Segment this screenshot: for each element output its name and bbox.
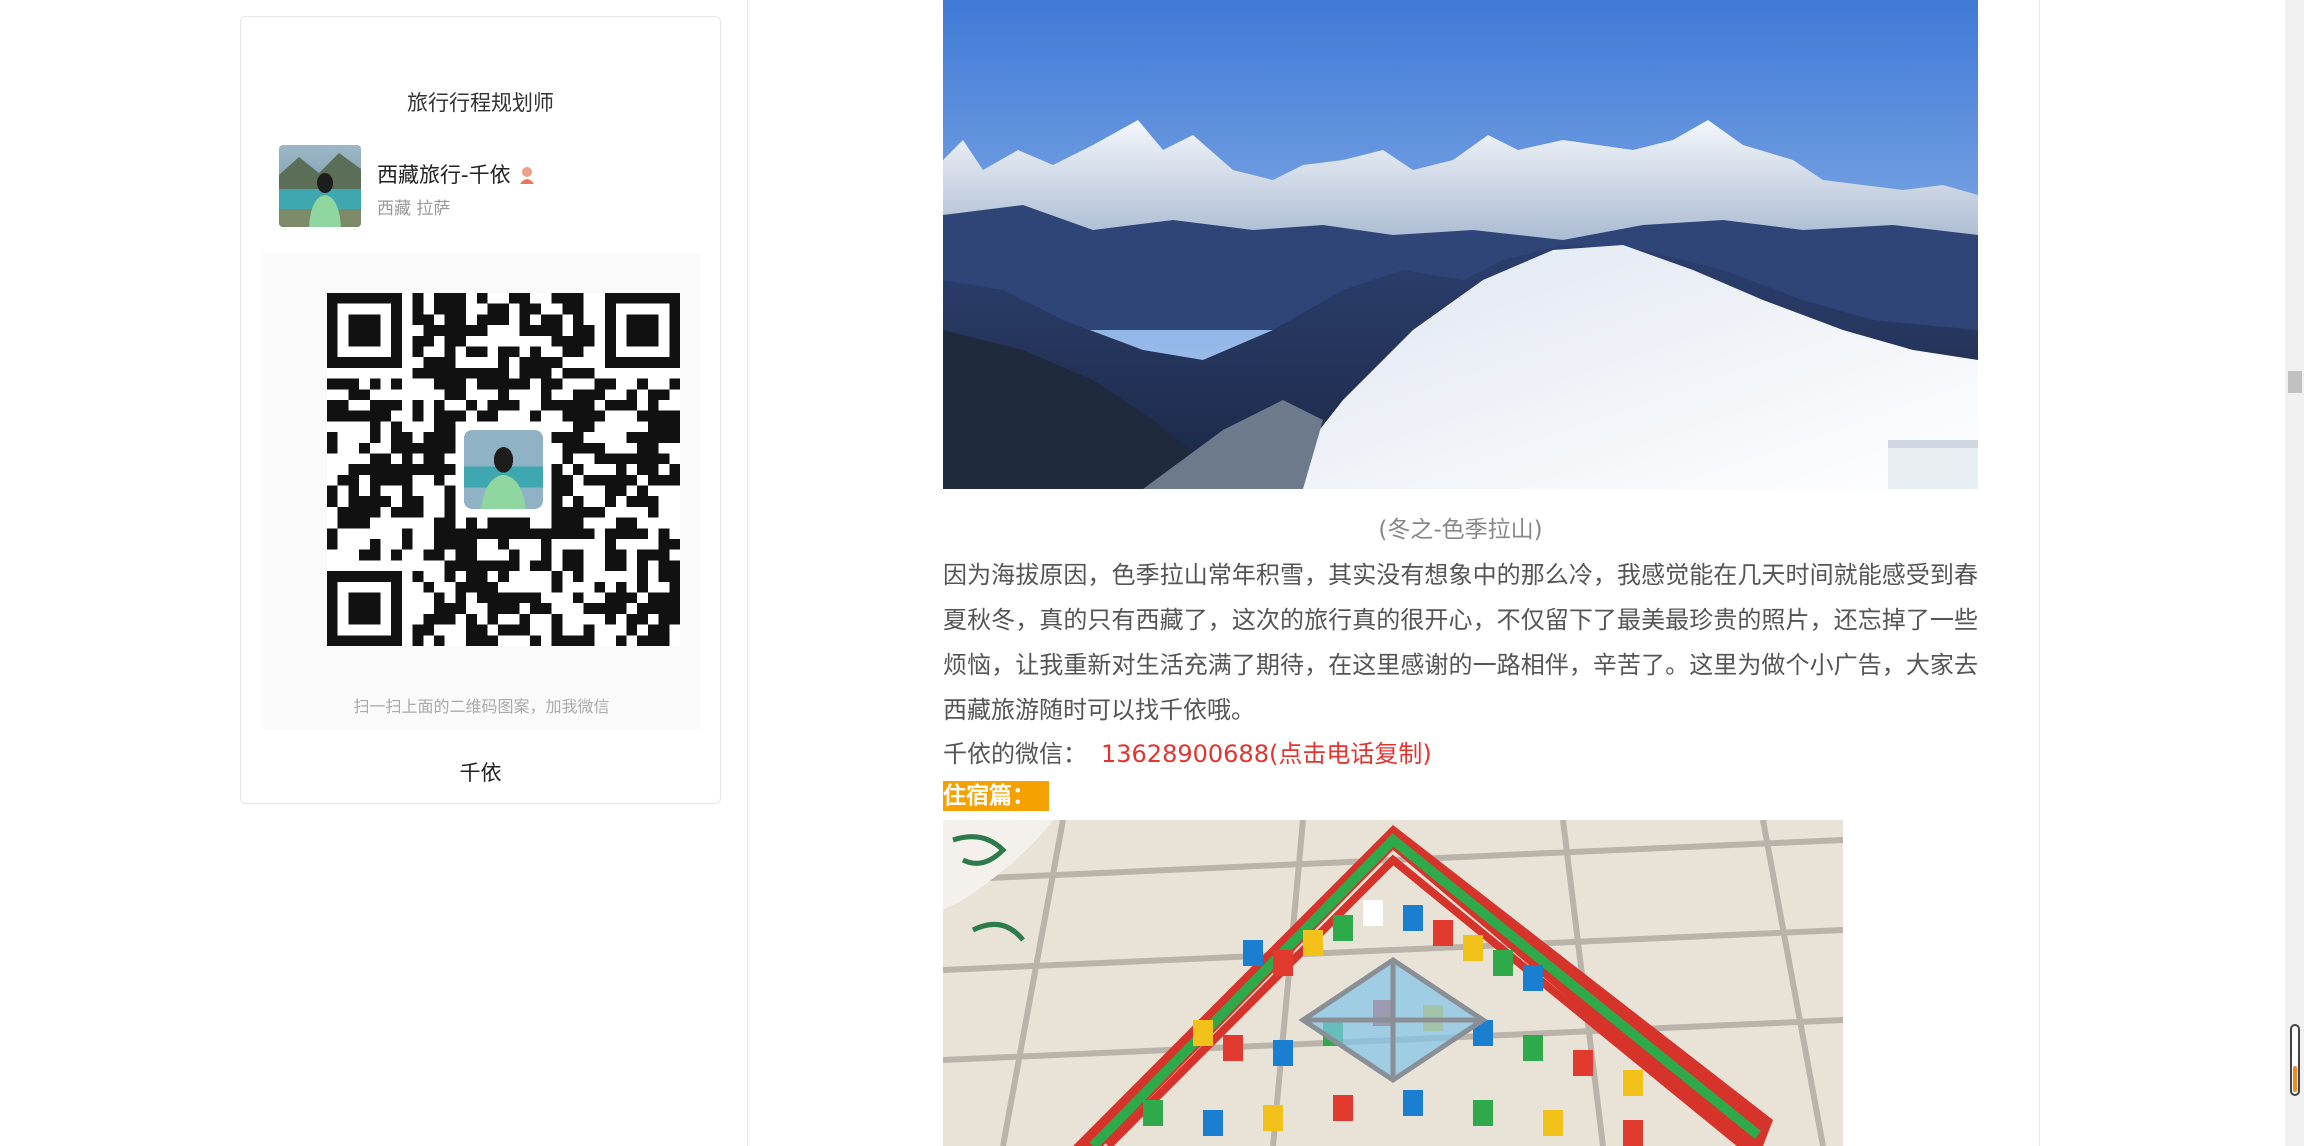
wechat-qr-code[interactable] — [327, 293, 680, 646]
planner-card: 旅行行程规划师 西藏旅行-千依 西藏 拉萨 扫一扫上面的二维码图案，加我微信 千… — [240, 16, 721, 804]
scrollbar-thumb[interactable] — [2288, 371, 2302, 393]
section-heading: 住宿篇： — [943, 781, 1049, 811]
page: 旅行行程规划师 西藏旅行-千依 西藏 拉萨 扫一扫上面的二维码图案，加我微信 千… — [0, 0, 2304, 1146]
card-title: 旅行行程规划师 — [407, 91, 554, 115]
avatar[interactable] — [279, 145, 361, 227]
card-footer-name: 千依 — [459, 761, 502, 785]
qr-hint-text: 扫一扫上面的二维码图案，加我微信 — [353, 697, 610, 716]
scrollbar-track[interactable] — [2285, 0, 2304, 1146]
wechat-phone-link[interactable]: 13628900688(点击电话复制) — [1101, 740, 1432, 768]
lodging-photo — [943, 820, 1843, 1146]
profile-location: 西藏 拉萨 — [377, 199, 451, 219]
wechat-label: 千依的微信： — [943, 740, 1087, 768]
column-divider-right — [2039, 0, 2040, 1146]
mountain-photo — [943, 0, 1978, 489]
article-paragraph: 因为海拔原因，色季拉山常年积雪，其实没有想象中的那么冷，我感觉能在几天时间就能感… — [943, 561, 1978, 724]
qr-panel: 扫一扫上面的二维码图案，加我微信 — [263, 253, 700, 729]
photo-caption: (冬之-色季拉山) — [1378, 517, 1543, 543]
profile-name: 西藏旅行-千依 — [377, 159, 535, 189]
scroll-indicator-fill — [2293, 1066, 2297, 1092]
person-badge-icon — [519, 165, 535, 184]
column-divider-left — [747, 0, 748, 1146]
wechat-line: 千依的微信： 13628900688(点击电话复制) — [943, 734, 1432, 769]
